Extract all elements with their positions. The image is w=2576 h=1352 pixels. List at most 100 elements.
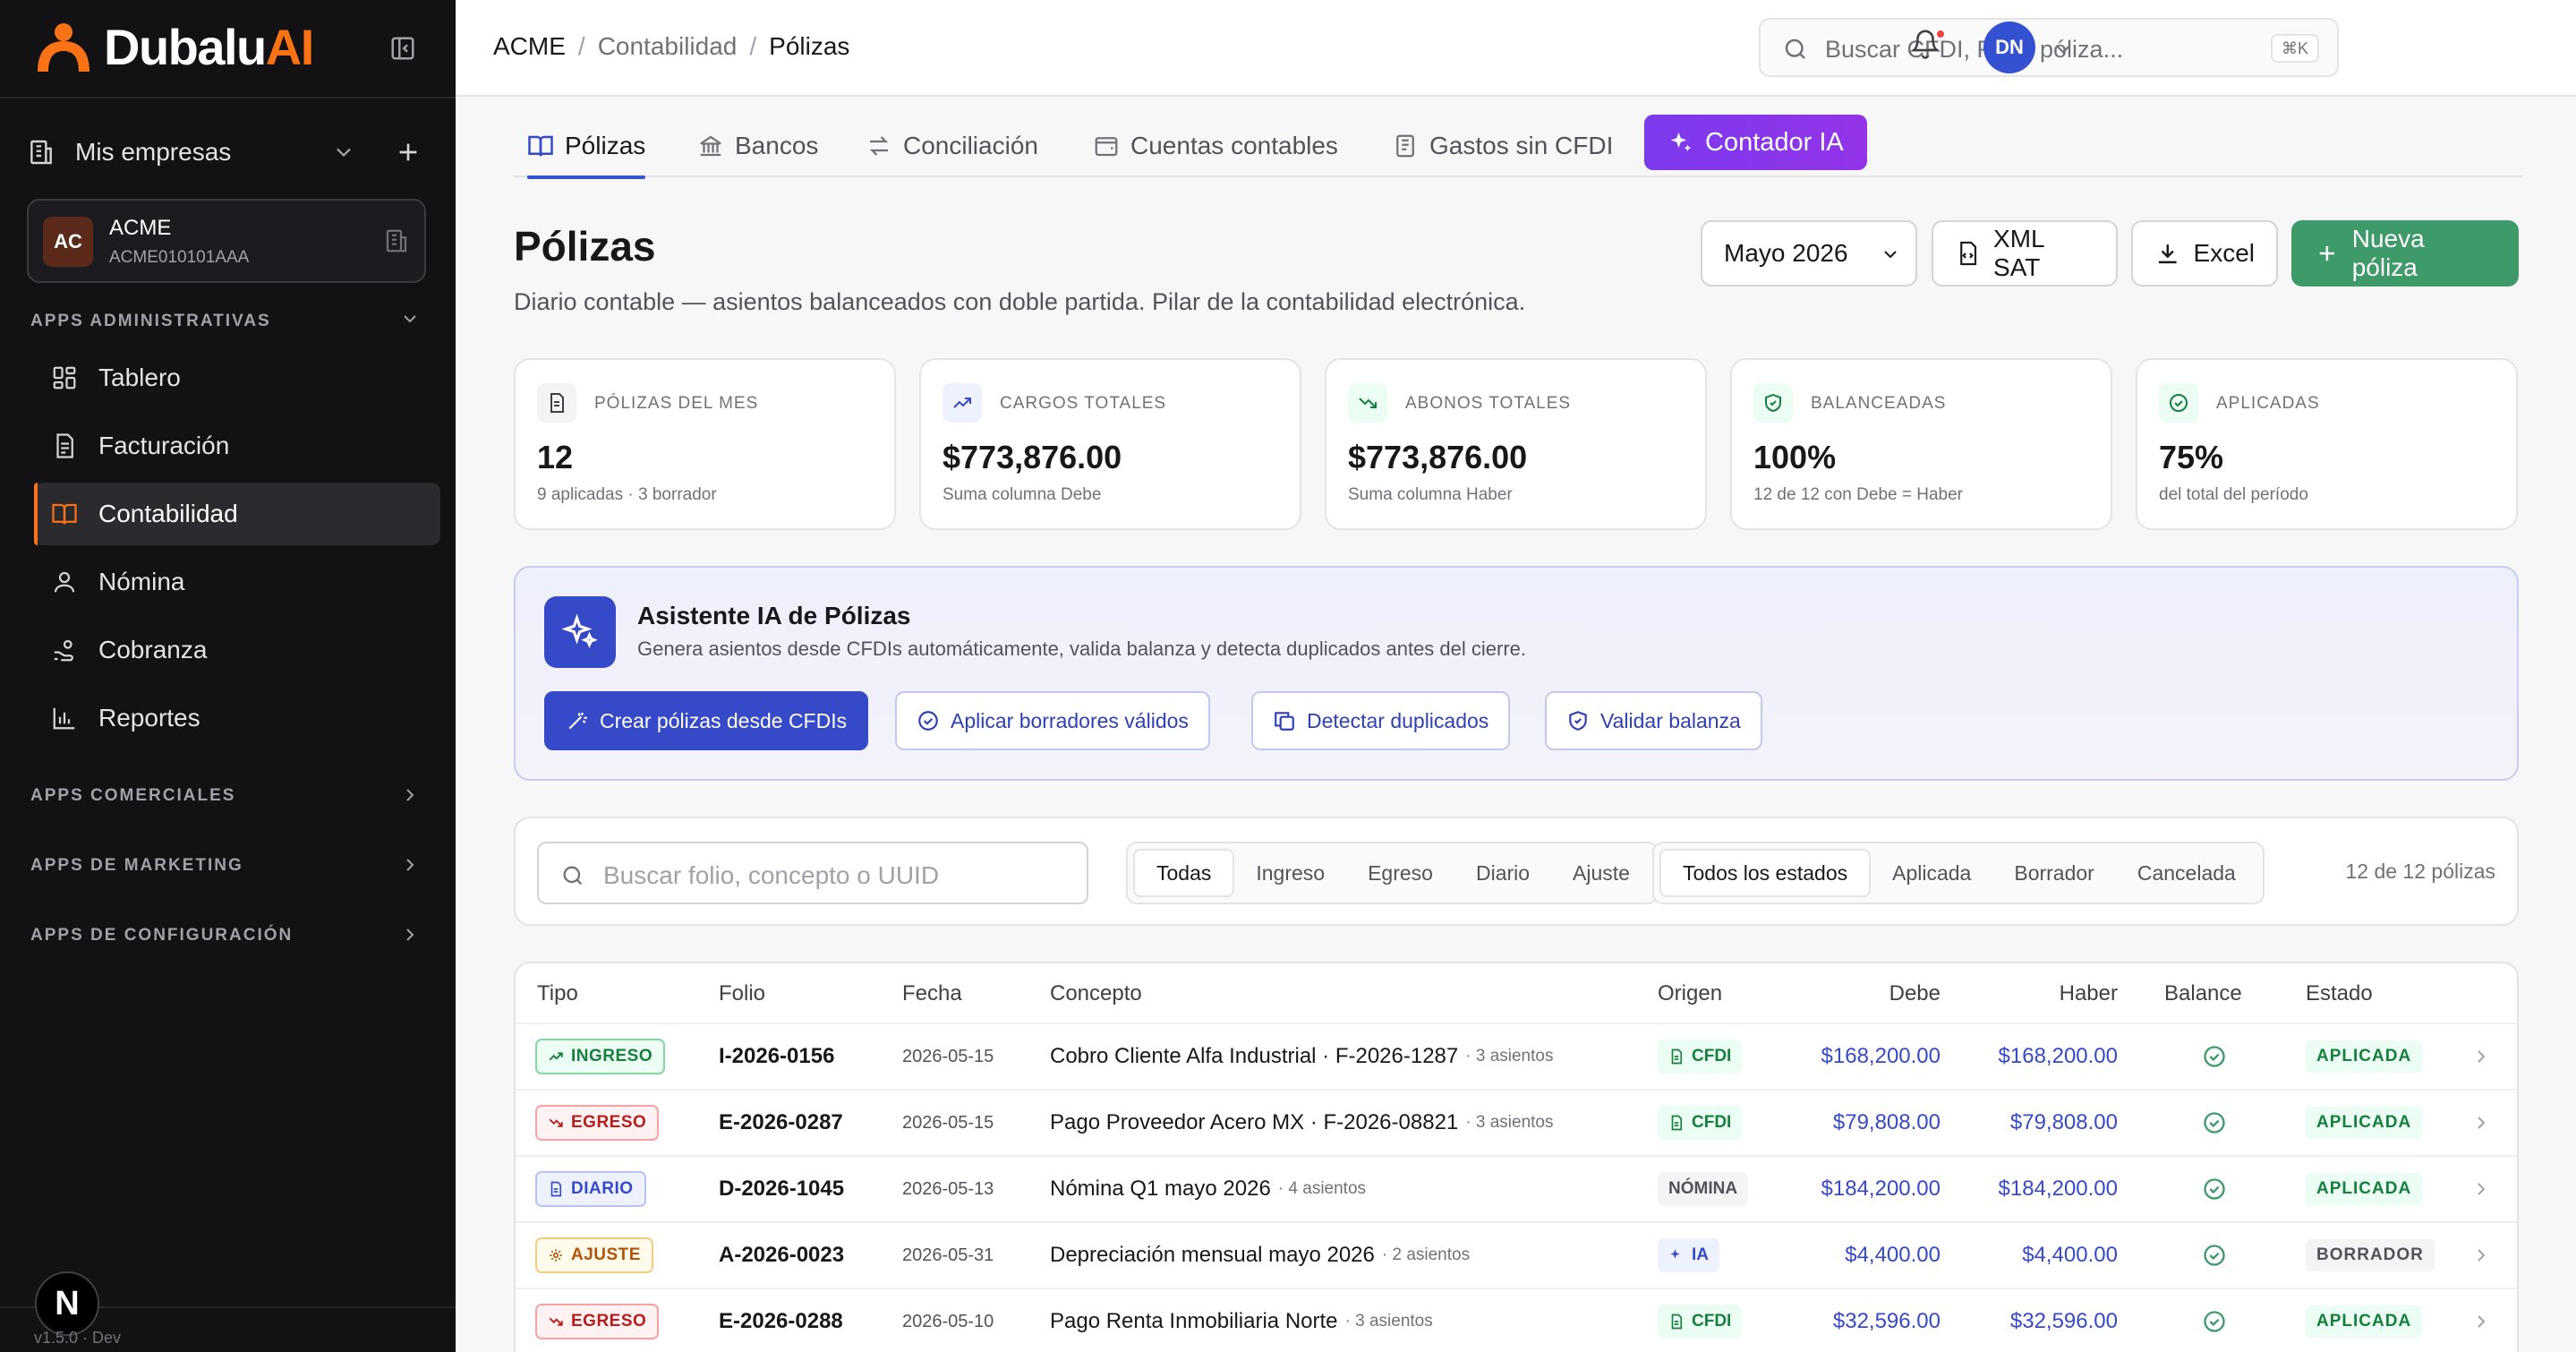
section-comerciales[interactable]: APPS COMERCIALES: [30, 786, 235, 806]
filter-type-egreso[interactable]: Egreso: [1346, 849, 1454, 897]
status-badge: APLICADA: [2306, 1173, 2423, 1205]
asientos-count: · 3 asientos: [1344, 1312, 1433, 1331]
new-poliza-button[interactable]: Nueva póliza: [2291, 220, 2519, 287]
apply-drafts-button[interactable]: Aplicar borradores válidos: [895, 691, 1210, 750]
stat-note: del total del período: [2159, 485, 2308, 504]
folio: A-2026-0023: [719, 1243, 845, 1267]
brand-logo[interactable]: DubaluAI: [32, 20, 314, 75]
column-header-origen[interactable]: Origen: [1658, 981, 1722, 1006]
chevron-down-icon[interactable]: [2051, 38, 2075, 61]
section-config[interactable]: APPS DE CONFIGURACIÓN: [30, 926, 293, 946]
tab-conciliacion[interactable]: Conciliación: [866, 115, 1038, 177]
sidebar-collapse-button[interactable]: [385, 30, 421, 66]
dev-tools-badge[interactable]: N: [35, 1271, 99, 1336]
column-header-tipo[interactable]: Tipo: [537, 981, 578, 1006]
column-header-haber[interactable]: Haber: [1975, 981, 2118, 1006]
action-label: Aplicar borradores válidos: [951, 708, 1189, 732]
search-placeholder: Buscar folio, concepto o UUID: [603, 861, 940, 889]
chevron-right-icon[interactable]: [399, 924, 421, 946]
trending-up-icon: [943, 383, 982, 423]
chevron-right-icon[interactable]: [2470, 1112, 2492, 1134]
companies-selector[interactable]: Mis empresas: [27, 133, 430, 172]
balanced-check-icon: [2204, 1245, 2225, 1266]
column-header-estado[interactable]: Estado: [2306, 981, 2373, 1006]
balanced-check-icon: [2204, 1046, 2225, 1067]
validate-balance-button[interactable]: Validar balanza: [1545, 691, 1762, 750]
xml-sat-button[interactable]: XML SAT: [1932, 220, 2118, 287]
avatar[interactable]: DN: [1983, 21, 2035, 73]
section-marketing[interactable]: APPS DE MARKETING: [30, 856, 243, 876]
sidebar-item-facturacion[interactable]: Facturación: [34, 415, 440, 477]
excel-label: Excel: [2193, 239, 2255, 267]
filter-state-aplicada[interactable]: Aplicada: [1871, 849, 1992, 897]
column-header-fecha[interactable]: Fecha: [902, 981, 962, 1006]
balanced-check-icon: [2204, 1178, 2225, 1200]
filter-state-todos[interactable]: Todos los estados: [1659, 849, 1872, 897]
polizas-table: Tipo Folio Fecha Concepto Origen Debe Ha…: [514, 962, 2519, 1352]
chevron-right-icon[interactable]: [2470, 1245, 2492, 1266]
table-row[interactable]: AJUSTE A-2026-0023 2026-05-31 Depreciaci…: [516, 1221, 2517, 1288]
building-icon: [30, 140, 52, 165]
chevron-right-icon[interactable]: [2470, 1311, 2492, 1332]
sparkles-icon: [1670, 1249, 1680, 1259]
company-rfc: ACME010101AAA: [109, 248, 250, 267]
poliza-search-input[interactable]: Buscar folio, concepto o UUID: [537, 842, 1088, 904]
filter-type-ajuste[interactable]: Ajuste: [1551, 849, 1651, 897]
table-row[interactable]: EGRESO E-2026-0288 2026-05-10 Pago Renta…: [516, 1288, 2517, 1352]
filter-type-todas[interactable]: Todas: [1133, 849, 1235, 897]
create-from-cfdi-button[interactable]: Crear pólizas desde CFDIs: [544, 691, 869, 750]
stat-card-aplicadas: APLICADAS 75% del total del período: [2136, 358, 2518, 530]
detect-duplicates-button[interactable]: Detectar duplicados: [1251, 691, 1511, 750]
table-row[interactable]: DIARIO D-2026-1045 2026-05-13 Nómina Q1 …: [516, 1155, 2517, 1221]
trending-down-icon: [549, 1118, 563, 1127]
chevron-right-icon[interactable]: [399, 784, 421, 806]
sidebar-item-tablero[interactable]: Tablero: [34, 347, 440, 409]
divider: [0, 97, 456, 98]
section-admin[interactable]: APPS ADMINISTRATIVAS: [30, 312, 271, 331]
chevron-right-icon[interactable]: [399, 854, 421, 876]
stat-note: 12 de 12 con Debe = Haber: [1753, 485, 1963, 504]
status-badge: APLICADA: [2306, 1040, 2423, 1073]
column-header-folio[interactable]: Folio: [719, 981, 765, 1006]
filter-state-borrador[interactable]: Borrador: [1992, 849, 2115, 897]
sidebar-item-reportes[interactable]: Reportes: [34, 687, 440, 749]
global-search-input[interactable]: Buscar CFDI, RFC, póliza... ⌘K: [1759, 18, 2339, 77]
column-header-balance[interactable]: Balance: [2164, 981, 2242, 1006]
tab-cuentas-contables[interactable]: Cuentas contables: [1093, 115, 1338, 177]
chevron-down-icon[interactable]: [331, 140, 356, 165]
trending-up-icon: [549, 1052, 563, 1061]
tab-gastos-sin-cfdi[interactable]: Gastos sin CFDI: [1392, 115, 1613, 177]
assistant-title: Asistente IA de Pólizas: [637, 602, 911, 629]
status-badge: APLICADA: [2306, 1107, 2423, 1139]
breadcrumb-item[interactable]: Contabilidad: [598, 32, 738, 61]
asientos-count: · 2 asientos: [1381, 1245, 1471, 1264]
tab-contador-ia[interactable]: Contador IA: [1644, 115, 1867, 170]
tab-bancos[interactable]: Bancos: [697, 115, 818, 177]
company-card[interactable]: AC ACME ACME010101AAA: [27, 199, 426, 283]
table-row[interactable]: INGRESO I-2026-0156 2026-05-15 Cobro Cli…: [516, 1023, 2517, 1089]
sidebar-item-contabilidad[interactable]: Contabilidad: [34, 483, 440, 545]
filter-state-cancelada[interactable]: Cancelada: [2116, 849, 2257, 897]
chevron-right-icon[interactable]: [2470, 1046, 2492, 1067]
sidebar-item-nomina[interactable]: Nómina: [34, 551, 440, 613]
balanced-check-icon: [2204, 1112, 2225, 1134]
tab-polizas[interactable]: Pólizas: [527, 115, 646, 179]
column-header-debe[interactable]: Debe: [1797, 981, 1941, 1006]
excel-export-button[interactable]: Excel: [2131, 220, 2278, 287]
table-row[interactable]: EGRESO E-2026-0287 2026-05-15 Pago Prove…: [516, 1089, 2517, 1155]
filter-type-diario[interactable]: Diario: [1454, 849, 1551, 897]
chevron-right-icon[interactable]: [2470, 1178, 2492, 1200]
folio: I-2026-0156: [719, 1044, 835, 1068]
period-select[interactable]: Mayo 2026: [1701, 220, 1917, 287]
breadcrumb-item[interactable]: ACME: [493, 32, 566, 61]
sidebar-item-cobranza[interactable]: Cobranza: [34, 619, 440, 681]
panel-left-icon: [391, 37, 414, 60]
bank-icon: [700, 135, 721, 157]
sparkles-icon: [544, 596, 616, 668]
document-icon: [537, 383, 576, 423]
filter-type-ingreso[interactable]: Ingreso: [1234, 849, 1346, 897]
chevron-down-icon[interactable]: [399, 308, 421, 329]
add-company-icon[interactable]: [394, 138, 422, 167]
tab-label: Cuentas contables: [1130, 132, 1338, 159]
column-header-concepto[interactable]: Concepto: [1050, 981, 1142, 1006]
